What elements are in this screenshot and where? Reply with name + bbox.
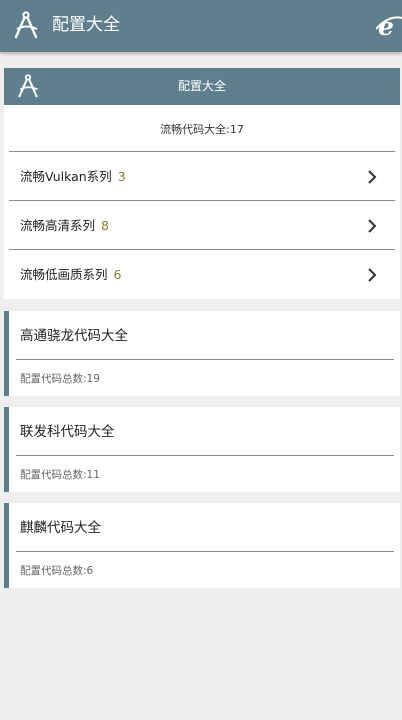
divider bbox=[16, 455, 394, 456]
vendor-code-count: 配置代码总数:6 bbox=[20, 565, 94, 577]
app-title: 配置大全 bbox=[52, 15, 120, 35]
card-header: 配置大全 bbox=[4, 68, 400, 105]
chevron-right-icon bbox=[368, 219, 377, 233]
vendor-card-snapdragon[interactable]: 高通骁龙代码大全 配置代码总数:19 bbox=[4, 311, 400, 396]
divider bbox=[16, 551, 394, 552]
vendor-code-count: 配置代码总数:19 bbox=[20, 373, 100, 385]
svg-text:e: e bbox=[378, 12, 394, 40]
ie-browser-button[interactable]: e bbox=[376, 12, 402, 40]
config-summary-card: 配置大全 流畅代码大全:17 流畅Vulkan系列 3 流畅高清系列 8 流畅低画质… bbox=[4, 68, 400, 299]
series-label: 流畅低画质系列 6 bbox=[20, 267, 122, 282]
vendor-card-kirin[interactable]: 麒麟代码大全 配置代码总数:6 bbox=[4, 503, 400, 588]
series-count: 8 bbox=[101, 218, 109, 233]
accent-bar bbox=[4, 311, 9, 396]
divider bbox=[9, 249, 395, 250]
series-count: 3 bbox=[117, 169, 126, 184]
card-title: 配置大全 bbox=[177, 79, 226, 93]
accent-bar bbox=[4, 407, 9, 492]
total-value: 17 bbox=[229, 123, 244, 136]
chevron-right-icon bbox=[368, 268, 377, 282]
compass-logo-icon bbox=[14, 11, 38, 39]
vendor-name: 联发科代码大全 bbox=[20, 424, 115, 440]
divider bbox=[16, 359, 394, 360]
vendor-card-mediatek[interactable]: 联发科代码大全 配置代码总数:11 bbox=[4, 407, 400, 492]
chevron-right-icon bbox=[368, 170, 377, 184]
series-count: 6 bbox=[113, 267, 122, 282]
series-label: 流畅Vulkan系列 3 bbox=[20, 169, 126, 184]
divider bbox=[9, 151, 395, 152]
series-row-low-quality[interactable]: 流畅低画质系列 6 bbox=[4, 251, 400, 299]
series-label: 流畅高清系列 8 bbox=[20, 218, 109, 233]
vendor-code-count: 配置代码总数:11 bbox=[20, 469, 100, 481]
series-row-vulkan[interactable]: 流畅Vulkan系列 3 bbox=[4, 153, 400, 201]
accent-bar bbox=[4, 503, 9, 588]
series-row-hd[interactable]: 流畅高清系列 8 bbox=[4, 202, 400, 250]
vendor-name: 高通骁龙代码大全 bbox=[20, 328, 128, 344]
vendor-name: 麒麟代码大全 bbox=[20, 520, 101, 536]
app-bar: 配置大全 e bbox=[0, 0, 402, 52]
total-label: 流畅代码大全 bbox=[160, 123, 227, 136]
total-codes-text: 流畅代码大全:17 bbox=[160, 123, 244, 136]
ie-browser-icon: e bbox=[376, 12, 402, 40]
divider bbox=[9, 200, 395, 201]
